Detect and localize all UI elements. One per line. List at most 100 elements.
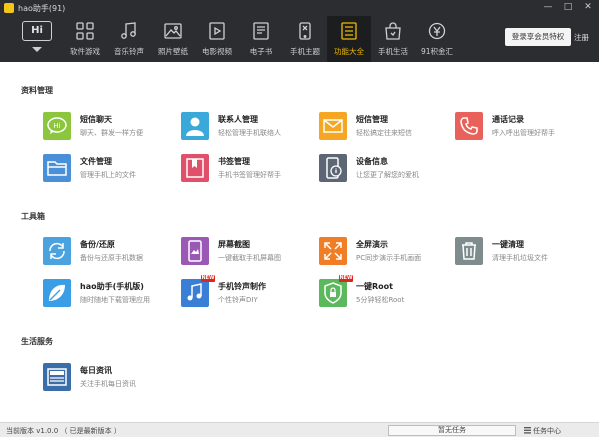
tile-name: 联系人管理 bbox=[218, 115, 258, 124]
tile-name: 全屏演示 bbox=[356, 240, 388, 249]
screenshot-icon bbox=[181, 237, 209, 265]
home-dropdown-caret-icon[interactable] bbox=[32, 47, 42, 52]
nav-label: 手机主题 bbox=[290, 47, 320, 56]
envelope-icon bbox=[319, 112, 347, 140]
nav-photos[interactable]: 照片壁纸 bbox=[151, 16, 195, 62]
tile-name: 每日资讯 bbox=[80, 366, 112, 375]
fullscreen-icon bbox=[319, 237, 347, 265]
tile-bookmarks[interactable]: 书签管理 手机书签管理好帮手 bbox=[181, 154, 311, 184]
folder-icon bbox=[43, 154, 71, 182]
tile-device-info[interactable]: 设备信息 让您更了解您的爱机 bbox=[319, 154, 449, 184]
nav-apps[interactable]: 软件游戏 bbox=[63, 16, 107, 62]
register-link[interactable]: 注册 bbox=[574, 32, 589, 43]
features-panel: 资料管理 Hi 短信聊天 聊天、群发一样方便 联系人管理 轻松管理手机联络人 短… bbox=[0, 62, 599, 422]
svg-text:Hi: Hi bbox=[53, 122, 60, 130]
tile-desc: 5分钟轻松Root bbox=[356, 296, 405, 304]
video-icon bbox=[209, 22, 225, 40]
tile-name: hao助手(手机版) bbox=[80, 282, 144, 291]
backup-restore-icon bbox=[43, 237, 71, 265]
tile-name: 一键Root bbox=[356, 282, 393, 291]
tile-name: 短信管理 bbox=[356, 115, 388, 124]
tile-one-click-clean[interactable]: 一键清理 清理手机垃圾文件 bbox=[455, 237, 585, 267]
tile-daily-news[interactable]: 每日资讯 关注手机每日资讯 bbox=[43, 363, 173, 393]
maximize-button[interactable]: □ bbox=[561, 2, 575, 13]
bookmark-icon bbox=[181, 154, 209, 182]
status-bar: 当前版本 v1.0.0 （ 已是最新版本 ） 暂无任务 任务中心 bbox=[0, 422, 599, 437]
tile-name: 设备信息 bbox=[356, 157, 388, 166]
top-toolbar: hao助手(91) — □ ✕ Hi 软件游戏 音乐铃声 照片壁纸 电影视频 电… bbox=[0, 0, 599, 62]
tile-backup-restore[interactable]: 备份/还原 备份与还原手机数据 bbox=[43, 237, 173, 267]
contact-icon bbox=[181, 112, 209, 140]
vip-login-button[interactable]: 登录享会员特权 bbox=[505, 28, 571, 46]
nav-finance[interactable]: 91积金汇 bbox=[415, 16, 459, 62]
tile-call-log[interactable]: 通话记录 呼入呼出管理好帮手 bbox=[455, 112, 585, 142]
tile-desc: 手机书签管理好帮手 bbox=[218, 171, 281, 179]
trash-icon bbox=[455, 237, 483, 265]
nav-music[interactable]: 音乐铃声 bbox=[107, 16, 151, 62]
nav-features[interactable]: 功能大全 bbox=[327, 16, 371, 62]
section-title: 生活服务 bbox=[21, 337, 53, 346]
app-logo-icon bbox=[4, 3, 14, 13]
new-badge: NEW bbox=[339, 275, 353, 282]
tile-ringtone-maker[interactable]: NEW 手机铃声制作 个性铃声DIY bbox=[181, 275, 311, 309]
ebook-icon bbox=[253, 22, 269, 40]
nav-ebook[interactable]: 电子书 bbox=[239, 16, 283, 62]
tile-file-manager[interactable]: 文件管理 管理手机上的文件 bbox=[43, 154, 173, 184]
features-icon bbox=[341, 22, 357, 40]
section-title: 资料管理 bbox=[21, 86, 53, 95]
shield-lock-icon bbox=[319, 279, 347, 307]
tile-desc: 轻松管理手机联络人 bbox=[218, 129, 281, 137]
tile-screenshot[interactable]: 屏幕截图 一键截取手机屏幕图 bbox=[181, 237, 311, 267]
tile-name: 屏幕截图 bbox=[218, 240, 250, 249]
nav-label: 音乐铃声 bbox=[114, 47, 144, 56]
tile-desc: 让您更了解您的爱机 bbox=[356, 171, 419, 179]
tile-contacts[interactable]: 联系人管理 轻松管理手机联络人 bbox=[181, 112, 311, 142]
nav-theme[interactable]: 手机主题 bbox=[283, 16, 327, 62]
section-title: 工具箱 bbox=[21, 212, 45, 221]
nav-label: 软件游戏 bbox=[70, 47, 100, 56]
nav-label: 电影视频 bbox=[202, 47, 232, 56]
tile-name: 文件管理 bbox=[80, 157, 112, 166]
main-nav: 软件游戏 音乐铃声 照片壁纸 电影视频 电子书 手机主题 功能大全 手机生活 9… bbox=[63, 16, 459, 62]
tile-name: 书签管理 bbox=[218, 157, 250, 166]
tile-name: 通话记录 bbox=[492, 115, 524, 124]
task-status-box[interactable]: 暂无任务 bbox=[388, 425, 516, 436]
tile-desc: 一键截取手机屏幕图 bbox=[218, 254, 281, 262]
nav-label: 手机生活 bbox=[378, 47, 408, 56]
shopping-bag-icon bbox=[385, 22, 401, 40]
photo-icon bbox=[164, 23, 182, 39]
task-center-button[interactable]: 任务中心 bbox=[533, 426, 561, 436]
task-list-icon bbox=[524, 427, 531, 434]
music-icon bbox=[121, 22, 136, 39]
apps-icon bbox=[76, 22, 94, 40]
version-text: 当前版本 v1.0.0 （ 已是最新版本 ） bbox=[6, 427, 121, 435]
tile-desc: 聊天、群发一样方便 bbox=[80, 129, 143, 137]
tile-one-click-root[interactable]: NEW 一键Root 5分钟轻松Root bbox=[319, 275, 449, 309]
tile-name: 短信聊天 bbox=[80, 115, 112, 124]
nav-video[interactable]: 电影视频 bbox=[195, 16, 239, 62]
nav-label: 照片壁纸 bbox=[158, 47, 188, 56]
title-bar: hao助手(91) — □ ✕ bbox=[0, 0, 599, 16]
tile-sms-chat[interactable]: Hi 短信聊天 聊天、群发一样方便 bbox=[43, 112, 173, 142]
tile-name: 手机铃声制作 bbox=[218, 282, 266, 291]
close-button[interactable]: ✕ bbox=[581, 2, 595, 13]
tile-desc: 轻松搞定往来短信 bbox=[356, 129, 412, 137]
nav-label: 功能大全 bbox=[334, 47, 364, 56]
nav-life[interactable]: 手机生活 bbox=[371, 16, 415, 62]
tile-name: 一键清理 bbox=[492, 240, 524, 249]
tile-desc: 清理手机垃圾文件 bbox=[492, 254, 548, 262]
tile-desc: 随时随地下载管理应用 bbox=[80, 296, 150, 304]
tile-hao-mobile[interactable]: hao助手(手机版) 随时随地下载管理应用 bbox=[43, 279, 173, 309]
new-badge: NEW bbox=[201, 275, 215, 282]
nav-label: 电子书 bbox=[249, 47, 273, 56]
tile-desc: 管理手机上的文件 bbox=[80, 171, 136, 179]
music-note-icon bbox=[181, 279, 209, 307]
home-button[interactable]: Hi bbox=[22, 21, 52, 41]
window-title: hao助手(91) bbox=[18, 4, 66, 13]
minimize-button[interactable]: — bbox=[541, 2, 555, 13]
tile-desc: 关注手机每日资讯 bbox=[80, 380, 136, 388]
tile-fullscreen-demo[interactable]: 全屏演示 PC同步演示手机画面 bbox=[319, 237, 449, 267]
tile-sms-manage[interactable]: 短信管理 轻松搞定往来短信 bbox=[319, 112, 449, 142]
tile-desc: PC同步演示手机画面 bbox=[356, 254, 422, 262]
device-info-icon bbox=[319, 154, 347, 182]
